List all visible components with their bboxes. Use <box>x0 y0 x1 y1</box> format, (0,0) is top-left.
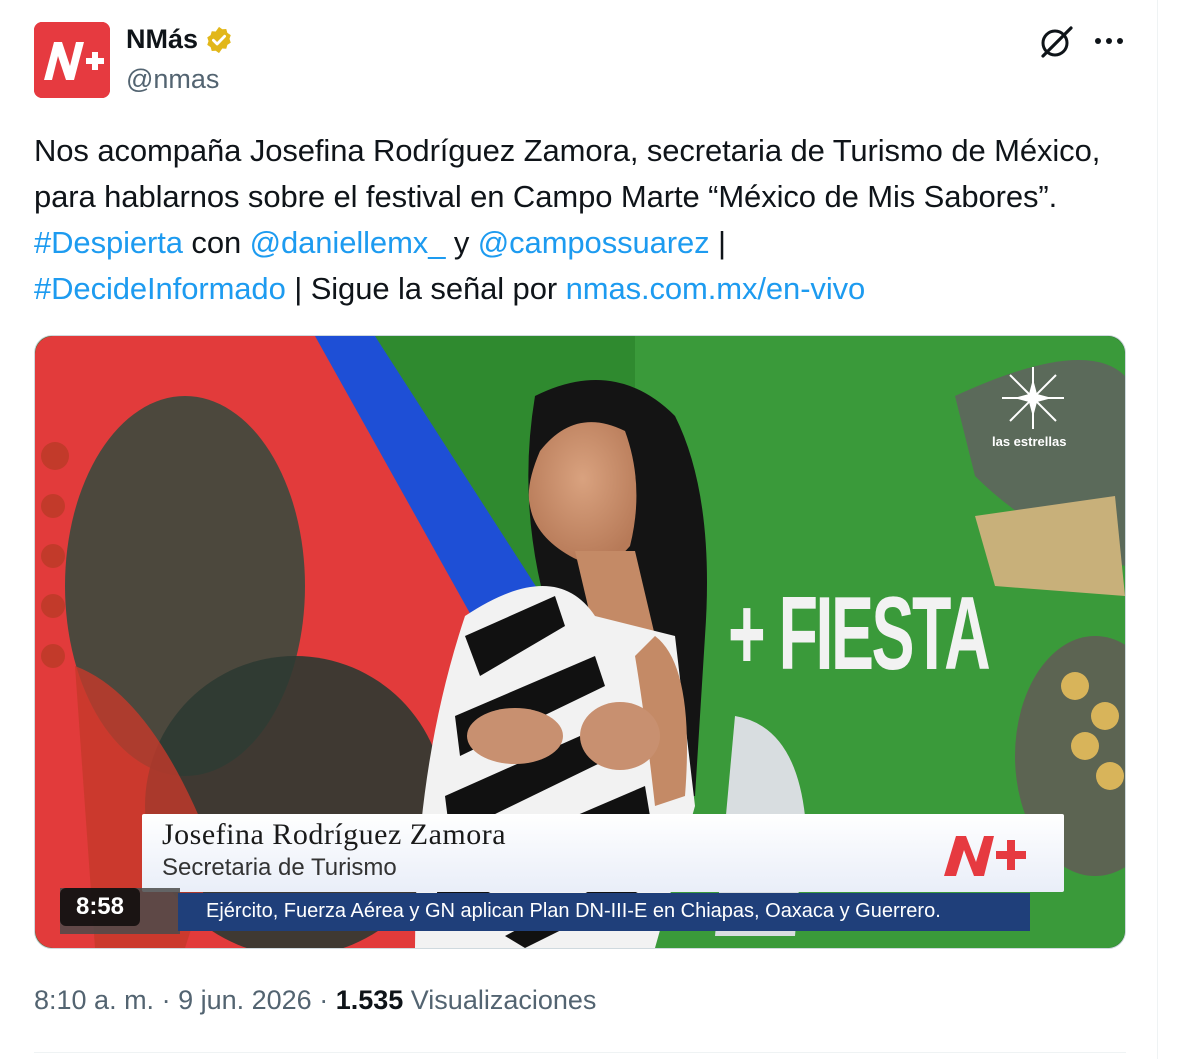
views-count[interactable]: 1.535 <box>336 985 404 1015</box>
more-options-icon[interactable] <box>1092 26 1126 56</box>
lower-third-role: Secretaria de Turismo <box>162 854 397 881</box>
channel-label: las estrellas <box>992 434 1067 449</box>
nmas-logo-icon <box>34 22 110 98</box>
verified-badge-icon[interactable] <box>204 25 234 55</box>
meta-separator: · <box>154 985 179 1015</box>
tweet-meta: 8:10 a. m. · 9 jun. 2026 · 1.535 Visuali… <box>34 985 596 1016</box>
post-time[interactable]: 8:10 a. m. <box>34 985 154 1015</box>
tweet-text-part: Nos acompaña Josefina Rodríguez Zamora, … <box>34 133 1101 214</box>
nmas-lower-third-logo-icon <box>942 832 1032 878</box>
divider <box>34 1052 1126 1053</box>
author-display-name[interactable]: NMás <box>126 24 198 55</box>
tweet-text-part: con <box>182 225 250 260</box>
column-divider <box>1157 0 1158 1059</box>
views-label: Visualizaciones <box>403 985 597 1015</box>
grok-icon[interactable] <box>1036 22 1076 62</box>
ticker-text: Ejército, Fuerza Aérea y GN aplican Plan… <box>206 900 941 922</box>
hashtag-decideinformado[interactable]: #DecideInformado <box>34 271 286 306</box>
mention-campossuarez[interactable]: @campossuarez <box>478 225 710 260</box>
meta-separator: · <box>311 985 336 1015</box>
tweet-text-part: | <box>709 225 727 260</box>
video-timestamp: 8:58 <box>60 888 140 926</box>
avatar[interactable] <box>34 22 110 98</box>
mention-daniellemx[interactable]: @daniellemx_ <box>250 225 446 260</box>
backdrop-sign: + FIESTA <box>728 576 991 692</box>
author-name[interactable]: NMás <box>126 24 234 55</box>
lower-third: Josefina Rodríguez Zamora Secretaria de … <box>142 814 1064 892</box>
las-estrellas-logo-icon <box>1000 365 1066 431</box>
lower-third-name: Josefina Rodríguez Zamora <box>162 818 507 851</box>
tweet-text: Nos acompaña Josefina Rodríguez Zamora, … <box>34 128 1134 312</box>
tweet-text-part: | Sigue la señal por <box>285 271 566 306</box>
live-link[interactable]: nmas.com.mx/en-vivo <box>566 271 866 306</box>
tweet-text-part: y <box>445 225 478 260</box>
hashtag-despierta[interactable]: #Despierta <box>34 225 183 260</box>
author-handle[interactable]: @nmas <box>126 64 219 95</box>
post-date[interactable]: 9 jun. 2026 <box>178 985 312 1015</box>
news-ticker: Ejército, Fuerza Aérea y GN aplican Plan… <box>178 893 1030 931</box>
